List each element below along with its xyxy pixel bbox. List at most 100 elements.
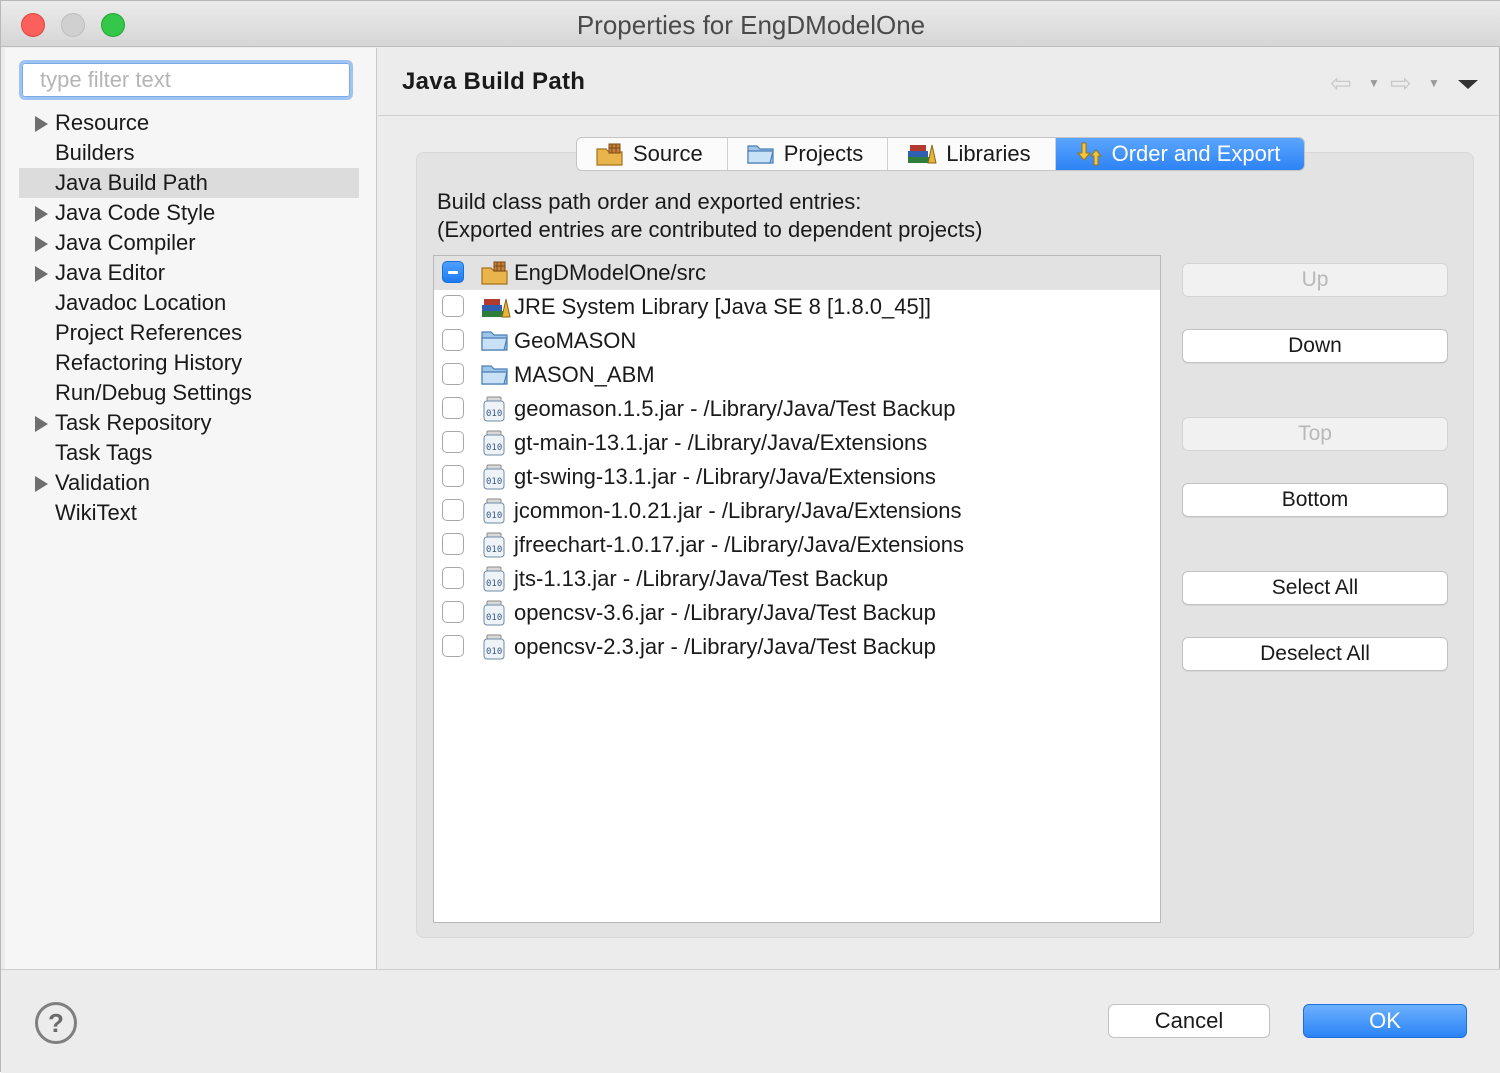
export-checkbox[interactable] bbox=[442, 261, 464, 283]
entry-label: EngDModelOne/src bbox=[514, 260, 706, 285]
entry-label: jfreechart-1.0.17.jar - /Library/Java/Ex… bbox=[514, 532, 964, 557]
jar-icon: 010 bbox=[480, 429, 510, 457]
tab-libraries[interactable]: Libraries bbox=[888, 138, 1056, 170]
tree-item-label: Builders bbox=[55, 140, 135, 165]
forward-history-caret-icon[interactable]: ▼ bbox=[1428, 76, 1440, 90]
expand-arrow-icon[interactable] bbox=[35, 266, 48, 282]
list-item[interactable]: 010 opencsv-2.3.jar - /Library/Java/Test… bbox=[434, 630, 1160, 664]
view-menu-icon[interactable] bbox=[1458, 80, 1478, 89]
help-icon[interactable]: ? bbox=[35, 1002, 77, 1044]
filter-input[interactable] bbox=[22, 63, 350, 97]
export-checkbox[interactable] bbox=[442, 499, 464, 521]
tree-item-project-references[interactable]: Project References bbox=[19, 318, 359, 348]
entry-label: JRE System Library [Java SE 8 [1.8.0_45]… bbox=[514, 294, 931, 319]
list-item[interactable]: MASON_ABM bbox=[434, 358, 1160, 392]
tree-item-label: Javadoc Location bbox=[55, 290, 227, 315]
properties-dialog: Properties for EngDModelOne Resource Bui… bbox=[0, 0, 1500, 1073]
list-item[interactable]: JRE System Library [Java SE 8 [1.8.0_45]… bbox=[434, 290, 1160, 324]
tree-item-refactoring-history[interactable]: Refactoring History bbox=[19, 348, 359, 378]
list-item[interactable]: 010 jcommon-1.0.21.jar - /Library/Java/E… bbox=[434, 494, 1160, 528]
tree-item-label: Task Repository bbox=[55, 410, 212, 435]
expand-arrow-icon[interactable] bbox=[35, 116, 48, 132]
tree-item-resource[interactable]: Resource bbox=[19, 108, 359, 138]
tree-item-builders[interactable]: Builders bbox=[19, 138, 359, 168]
tree-item-run-debug-settings[interactable]: Run/Debug Settings bbox=[19, 378, 359, 408]
jar-icon: 010 bbox=[480, 565, 510, 593]
export-checkbox[interactable] bbox=[442, 295, 464, 317]
tree-item-java-code-style[interactable]: Java Code Style bbox=[19, 198, 359, 228]
tree-item-java-compiler[interactable]: Java Compiler bbox=[19, 228, 359, 258]
ok-button[interactable]: OK bbox=[1303, 1004, 1467, 1038]
tree-item-label: Run/Debug Settings bbox=[55, 380, 252, 405]
select-all-button[interactable]: Select All bbox=[1182, 571, 1448, 605]
export-checkbox[interactable] bbox=[442, 567, 464, 589]
tree-item-label: Java Code Style bbox=[55, 200, 216, 225]
export-checkbox[interactable] bbox=[442, 635, 464, 657]
deselect-all-button[interactable]: Deselect All bbox=[1182, 637, 1448, 671]
forward-arrow-icon[interactable]: ⇨ bbox=[1390, 70, 1412, 96]
entry-label: gt-main-13.1.jar - /Library/Java/Extensi… bbox=[514, 430, 928, 455]
list-item[interactable]: 010 jts-1.13.jar - /Library/Java/Test Ba… bbox=[434, 562, 1160, 596]
list-item[interactable]: GeoMASON bbox=[434, 324, 1160, 358]
export-checkbox[interactable] bbox=[442, 533, 464, 555]
tree-item-wikitext[interactable]: WikiText bbox=[19, 498, 359, 528]
expand-arrow-icon[interactable] bbox=[35, 476, 48, 492]
entry-label: gt-swing-13.1.jar - /Library/Java/Extens… bbox=[514, 464, 936, 489]
tab-source[interactable]: Source bbox=[577, 138, 728, 170]
tree-item-task-tags[interactable]: Task Tags bbox=[19, 438, 359, 468]
jar-icon: 010 bbox=[480, 531, 510, 559]
tree-item-label: Java Editor bbox=[55, 260, 166, 285]
export-checkbox[interactable] bbox=[442, 363, 464, 385]
export-checkbox[interactable] bbox=[442, 465, 464, 487]
bottom-button[interactable]: Bottom bbox=[1182, 483, 1448, 517]
svg-text:010: 010 bbox=[486, 477, 502, 487]
filter-field[interactable] bbox=[19, 60, 353, 100]
list-item[interactable]: 010 gt-swing-13.1.jar - /Library/Java/Ex… bbox=[434, 460, 1160, 494]
entry-label: GeoMASON bbox=[514, 328, 637, 353]
classpath-entries-list[interactable]: EngDModelOne/src JRE System Library [Jav… bbox=[433, 255, 1161, 923]
up-button[interactable]: Up bbox=[1182, 263, 1448, 297]
description-line-2: (Exported entries are contributed to dep… bbox=[437, 217, 983, 242]
tab-projects[interactable]: Projects bbox=[727, 138, 889, 170]
tab-order-and-export[interactable]: Order and Export bbox=[1055, 138, 1305, 170]
cancel-button[interactable]: Cancel bbox=[1108, 1004, 1270, 1038]
back-arrow-icon[interactable]: ⇦ bbox=[1330, 70, 1352, 96]
down-button[interactable]: Down bbox=[1182, 329, 1448, 363]
tree-item-java-editor[interactable]: Java Editor bbox=[19, 258, 359, 288]
svg-text:010: 010 bbox=[486, 579, 502, 589]
tree-item-task-repository[interactable]: Task Repository bbox=[19, 408, 359, 438]
svg-text:010: 010 bbox=[486, 511, 502, 521]
page-title: Java Build Path bbox=[402, 68, 586, 95]
list-item[interactable]: EngDModelOne/src bbox=[434, 256, 1160, 290]
project-folder-icon bbox=[480, 361, 510, 389]
dialog-footer: ? Cancel OK bbox=[1, 969, 1500, 1073]
back-history-caret-icon[interactable]: ▼ bbox=[1368, 76, 1380, 90]
top-button[interactable]: Top bbox=[1182, 417, 1448, 451]
tree-item-validation[interactable]: Validation bbox=[19, 468, 359, 498]
order-export-icon bbox=[1074, 141, 1104, 167]
tree-item-javadoc-location[interactable]: Javadoc Location bbox=[19, 288, 359, 318]
export-checkbox[interactable] bbox=[442, 329, 464, 351]
list-item[interactable]: 010 opencsv-3.6.jar - /Library/Java/Test… bbox=[434, 596, 1160, 630]
tree-item-label: Task Tags bbox=[55, 440, 153, 465]
list-item[interactable]: 010 gt-main-13.1.jar - /Library/Java/Ext… bbox=[434, 426, 1160, 460]
jar-icon: 010 bbox=[480, 497, 510, 525]
export-checkbox[interactable] bbox=[442, 397, 464, 419]
export-checkbox[interactable] bbox=[442, 431, 464, 453]
svg-text:010: 010 bbox=[486, 409, 502, 419]
expand-arrow-icon[interactable] bbox=[35, 236, 48, 252]
expand-arrow-icon[interactable] bbox=[35, 206, 48, 222]
list-item[interactable]: 010 geomason.1.5.jar - /Library/Java/Tes… bbox=[434, 392, 1160, 426]
entry-label: jcommon-1.0.21.jar - /Library/Java/Exten… bbox=[514, 498, 962, 523]
tree-item-label: Project References bbox=[55, 320, 243, 345]
tree-item-label: Resource bbox=[55, 110, 150, 135]
export-checkbox[interactable] bbox=[442, 601, 464, 623]
page-header: Java Build Path ⇦ ▼ ⇨ ▼ bbox=[378, 48, 1499, 116]
tree-item-label: Validation bbox=[55, 470, 150, 495]
expand-arrow-icon[interactable] bbox=[35, 416, 48, 432]
entry-label: opencsv-2.3.jar - /Library/Java/Test Bac… bbox=[514, 634, 936, 659]
library-icon bbox=[906, 141, 938, 167]
tree-item-java-build-path[interactable]: Java Build Path bbox=[19, 168, 359, 198]
tree-item-label: Refactoring History bbox=[55, 350, 243, 375]
list-item[interactable]: 010 jfreechart-1.0.17.jar - /Library/Jav… bbox=[434, 528, 1160, 562]
